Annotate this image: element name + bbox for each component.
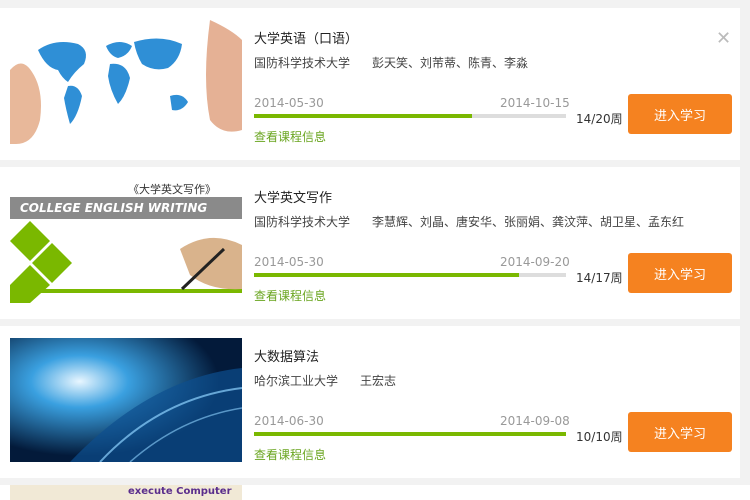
course-teachers: 彭天笑、刘芾蒂、陈青、李淼 [372,56,529,70]
course-teachers: 李慧辉、刘晶、唐安华、张丽娟、龚汶萍、胡卫星、孟东红 [372,215,685,229]
separator [0,160,740,167]
course-thumbnail-big-data[interactable] [10,338,242,462]
view-course-info-link[interactable]: 查看课程信息 [254,128,326,145]
end-date: 2014-09-20 [500,255,570,269]
week-progress: 10/10周 [576,430,623,444]
course-university: 哈尔滨工业大学 [254,374,339,388]
progress-fill [254,432,566,436]
course-card-0: 大学英语（口语） ✕ 国防科学技术大学 彭天笑、刘芾蒂、陈青、李淼 2014-05… [0,8,740,160]
course-title: 大学英文写作 [254,191,333,206]
course-university: 国防科学技术大学 [254,56,351,70]
enter-study-button[interactable]: 进入学习 [628,253,732,293]
start-date: 2014-05-30 [254,96,324,110]
course-meta: 哈尔滨工业大学 王宏志 [254,372,396,389]
partial-thumbnail: execute Computer [10,485,242,500]
course-university: 国防科学技术大学 [254,215,351,229]
partial-thumbnail-text: execute Computer [128,486,232,497]
course-thumbnail-writing[interactable]: 《大学英文写作》 COLLEGE ENGLISH WRITING [10,179,242,303]
progress-bar [254,432,566,436]
progress-fill [254,273,520,277]
course-meta: 国防科学技术大学 李慧辉、刘晶、唐安华、张丽娟、龚汶萍、胡卫星、孟东红 [254,213,684,230]
course-title: 大数据算法 [254,350,320,365]
top-bar [0,0,750,8]
week-progress: 14/20周 [576,112,623,126]
course-thumbnail-world-map[interactable] [10,20,242,144]
course-card-2: 大数据算法 哈尔滨工业大学 王宏志 2014-06-30 2014-09-08 1… [0,326,740,478]
progress-bar [254,273,566,277]
enter-study-button[interactable]: 进入学习 [628,94,732,134]
progress-bar [254,114,566,118]
thumbnail-title: 《大学英文写作》 [128,183,216,196]
progress-fill [254,114,473,118]
end-date: 2014-09-08 [500,414,570,428]
next-course-card-partial: execute Computer [0,485,750,500]
separator [0,319,740,326]
thumbnail-banner: COLLEGE ENGLISH WRITING [20,201,208,215]
view-course-info-link[interactable]: 查看课程信息 [254,287,326,304]
start-date: 2014-05-30 [254,255,324,269]
end-date: 2014-10-15 [500,96,570,110]
course-card-1: 《大学英文写作》 COLLEGE ENGLISH WRITING 大学英文写作 … [0,167,740,319]
view-course-info-link[interactable]: 查看课程信息 [254,446,326,463]
week-progress: 14/17周 [576,271,623,285]
enter-study-button[interactable]: 进入学习 [628,412,732,452]
course-meta: 国防科学技术大学 彭天笑、刘芾蒂、陈青、李淼 [254,54,528,71]
close-icon[interactable]: ✕ [716,28,731,49]
start-date: 2014-06-30 [254,414,324,428]
course-title: 大学英语（口语） [254,32,359,47]
course-teachers: 王宏志 [360,374,397,388]
